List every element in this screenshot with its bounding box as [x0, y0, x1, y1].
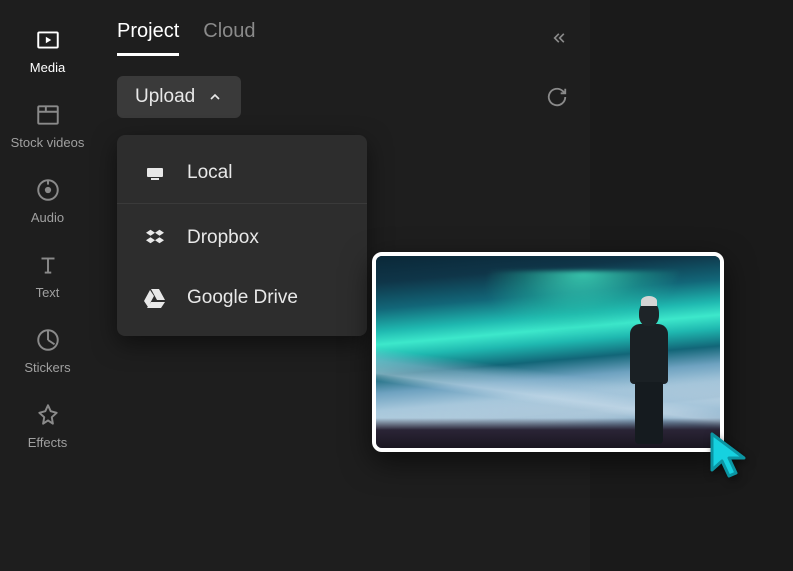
upload-label: Upload — [135, 86, 195, 108]
sidebar-item-audio[interactable]: Audio — [0, 168, 95, 233]
sidebar-item-label: Stock videos — [11, 135, 85, 150]
dropbox-icon — [143, 226, 167, 250]
local-icon — [143, 161, 167, 185]
text-icon — [34, 251, 62, 279]
stickers-icon — [34, 326, 62, 354]
dropdown-item-label: Google Drive — [187, 287, 298, 309]
sidebar-item-label: Media — [30, 60, 65, 75]
sidebar-item-label: Text — [36, 285, 60, 300]
tab-project[interactable]: Project — [117, 20, 179, 56]
sidebar: Media Stock videos Audio — [0, 0, 95, 571]
refresh-icon[interactable] — [546, 86, 568, 108]
stock-videos-icon — [34, 101, 62, 129]
dropdown-item-label: Local — [187, 162, 232, 184]
cursor-pointer-icon — [708, 430, 754, 482]
upload-dropdown: Local Dropbox Google Drive — [117, 135, 367, 336]
sidebar-item-stock-videos[interactable]: Stock videos — [0, 93, 95, 158]
sidebar-item-text[interactable]: Text — [0, 243, 95, 308]
tabs: Project Cloud — [117, 20, 256, 56]
sidebar-item-effects[interactable]: Effects — [0, 393, 95, 458]
audio-icon — [34, 176, 62, 204]
collapse-panel-icon[interactable] — [548, 28, 568, 48]
dropdown-item-google-drive[interactable]: Google Drive — [117, 268, 367, 328]
media-preview-thumbnail[interactable] — [372, 252, 724, 452]
sidebar-item-stickers[interactable]: Stickers — [0, 318, 95, 383]
upload-button[interactable]: Upload — [117, 76, 241, 118]
dropdown-item-label: Dropbox — [187, 227, 259, 249]
google-drive-icon — [143, 286, 167, 310]
dropdown-item-dropbox[interactable]: Dropbox — [117, 208, 367, 268]
sidebar-item-label: Stickers — [24, 360, 70, 375]
media-icon — [34, 26, 62, 54]
sidebar-item-label: Audio — [31, 210, 64, 225]
dropdown-item-local[interactable]: Local — [117, 143, 367, 204]
tab-cloud[interactable]: Cloud — [203, 20, 255, 56]
sidebar-item-media[interactable]: Media — [0, 18, 95, 83]
sidebar-item-label: Effects — [28, 435, 68, 450]
effects-icon — [34, 401, 62, 429]
chevron-up-icon — [207, 89, 223, 105]
